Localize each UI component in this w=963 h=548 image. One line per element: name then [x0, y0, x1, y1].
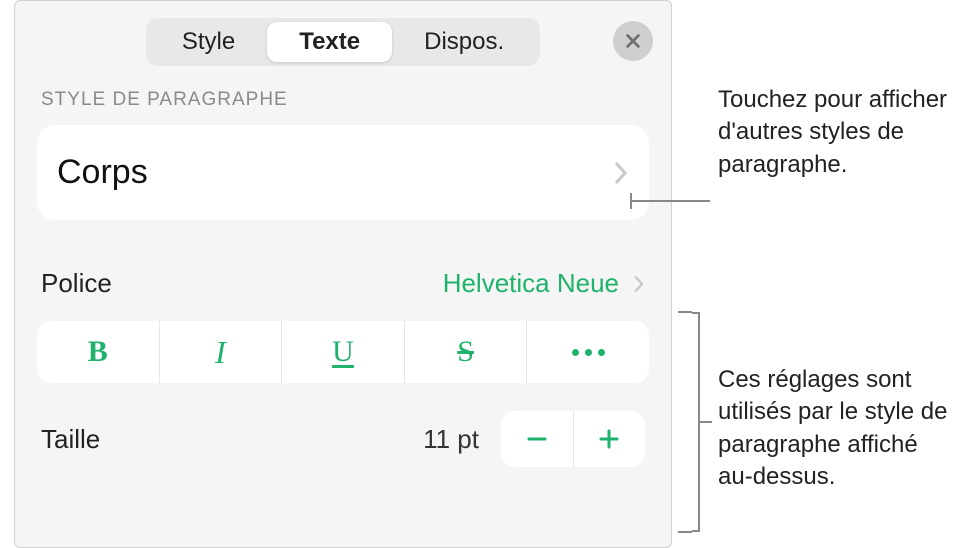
- size-stepper: [501, 411, 645, 467]
- callout-leader: [630, 200, 710, 202]
- paragraph-style-row[interactable]: Corps: [37, 125, 649, 220]
- chevron-right-icon: [633, 274, 645, 294]
- font-row[interactable]: Police Helvetica Neue: [33, 254, 653, 313]
- more-button[interactable]: [527, 321, 649, 383]
- tab-texte[interactable]: Texte: [267, 22, 392, 62]
- tab-dispos[interactable]: Dispos.: [392, 22, 536, 62]
- paragraph-style-value: Corps: [57, 153, 148, 192]
- chevron-right-icon: [613, 160, 629, 186]
- size-row: Taille 11 pt: [33, 401, 653, 467]
- more-icon: [572, 349, 605, 356]
- size-label: Taille: [41, 424, 423, 455]
- underline-button[interactable]: U: [282, 321, 405, 383]
- size-increase-button[interactable]: [574, 411, 646, 467]
- size-value: 11 pt: [423, 424, 479, 455]
- strikethrough-button[interactable]: S: [405, 321, 528, 383]
- callout-bracket: [692, 312, 700, 532]
- size-decrease-button[interactable]: [501, 411, 574, 467]
- italic-button[interactable]: I: [160, 321, 283, 383]
- segmented-control: Style Texte Dispos.: [146, 18, 540, 66]
- callout-bracket-bottom: [678, 531, 692, 533]
- close-icon: [624, 32, 642, 50]
- callout-paragraph-style: Touchez pour afficher d'autres styles de…: [718, 84, 958, 181]
- bold-button[interactable]: B: [37, 321, 160, 383]
- format-panel: Style Texte Dispos. Style de paragraphe …: [14, 0, 672, 548]
- font-label: Police: [41, 268, 112, 299]
- tab-bar-row: Style Texte Dispos.: [33, 15, 653, 69]
- callout-bracket-mid: [700, 421, 712, 423]
- close-button[interactable]: [613, 21, 653, 61]
- section-label-paragraph-style: Style de paragraphe: [41, 89, 645, 111]
- text-style-bar: B I U S: [37, 321, 649, 383]
- callout-settings: Ces réglages sont utilisés par le style …: [718, 364, 958, 494]
- callout-bracket-top: [678, 311, 692, 313]
- minus-icon: [525, 427, 549, 451]
- tab-style[interactable]: Style: [150, 22, 267, 62]
- callout-tick: [630, 193, 632, 209]
- font-value: Helvetica Neue: [443, 268, 619, 299]
- plus-icon: [597, 427, 621, 451]
